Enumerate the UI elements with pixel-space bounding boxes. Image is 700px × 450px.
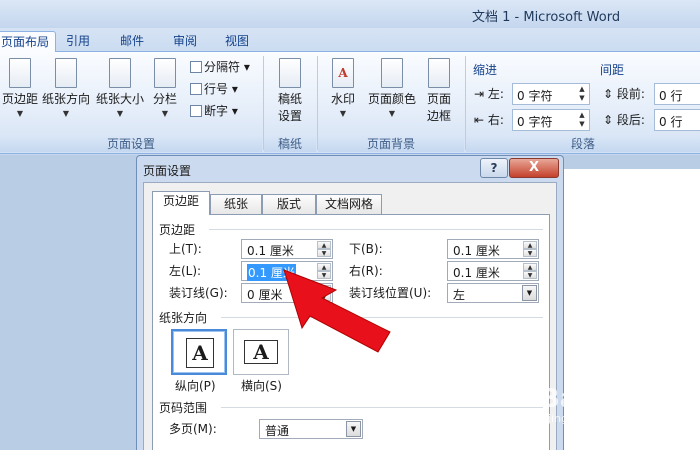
group-label-manuscript: 稿纸 bbox=[264, 136, 316, 152]
chevron-down-icon: ▼ bbox=[16, 109, 24, 118]
watermark-icon: A bbox=[332, 58, 354, 88]
orientation-icon bbox=[55, 58, 77, 88]
hyphenation-icon bbox=[190, 105, 202, 117]
spacing-title: 间距 bbox=[600, 63, 625, 77]
baidu-watermark-url: jingyan.baidu.com bbox=[548, 412, 650, 425]
page-color-icon bbox=[381, 58, 403, 88]
ribbon-tabs: 页面布局 引用 邮件 审阅 视图 bbox=[0, 28, 700, 52]
line-numbers-button[interactable]: 行号 ▾ bbox=[190, 80, 238, 98]
breaks-icon bbox=[190, 61, 202, 73]
dialog-title: 页面设置 bbox=[143, 164, 192, 178]
help-button[interactable]: ? bbox=[480, 158, 508, 178]
chevron-down-icon: ▼ bbox=[161, 109, 169, 118]
columns-button[interactable]: 分栏 ▼ bbox=[150, 58, 180, 118]
spinner-icon[interactable]: ▲▼ bbox=[523, 241, 537, 257]
spacing-before-icon: ⇕ bbox=[603, 87, 614, 101]
manuscript-button[interactable]: 稿纸 设置 bbox=[270, 58, 310, 124]
spinner-icon[interactable]: ▲▼ bbox=[576, 111, 588, 129]
ribbon: 页边距 ▼ 纸张方向 ▼ 纸张大小 ▼ 分栏 ▼ 分隔符 ▾ 行号 ▾ 断字 ▾… bbox=[0, 52, 700, 154]
size-icon bbox=[109, 58, 131, 88]
page-color-button[interactable]: 页面颜色 ▼ bbox=[364, 58, 420, 118]
multiple-pages-label: 多页(M): bbox=[169, 422, 217, 436]
spinner-icon[interactable]: ▲▼ bbox=[317, 241, 331, 257]
tab-view[interactable]: 视图 bbox=[225, 31, 249, 52]
columns-icon bbox=[154, 58, 176, 88]
spinner-icon[interactable]: ▲▼ bbox=[576, 85, 588, 103]
tab-references[interactable]: 引用 bbox=[66, 31, 90, 52]
indent-title: 缩进 bbox=[473, 63, 498, 77]
chevron-down-icon[interactable]: ▼ bbox=[346, 421, 361, 437]
top-label: 上(T): bbox=[169, 242, 202, 256]
chevron-down-icon: ▼ bbox=[116, 109, 124, 118]
indent-left-label: ⇥ 左: bbox=[474, 87, 504, 101]
gutter-label: 装订线(G): bbox=[169, 286, 228, 300]
right-margin-input[interactable]: 0.1 厘米 ▲ ▼ bbox=[447, 261, 539, 281]
group-label-page-setup: 页面设置 bbox=[0, 136, 262, 152]
page-borders-button[interactable]: 页面 边框 bbox=[422, 58, 456, 124]
left-label: 左(L): bbox=[169, 264, 202, 278]
tab-mailings[interactable]: 邮件 bbox=[120, 31, 144, 52]
spinner-icon[interactable]: ▲▼ bbox=[523, 263, 537, 279]
multiple-pages-select[interactable]: 普通 ▼ bbox=[259, 419, 363, 439]
tab-review[interactable]: 审阅 bbox=[173, 31, 197, 52]
manuscript-icon bbox=[279, 58, 301, 88]
chevron-down-icon: ▼ bbox=[388, 109, 396, 118]
portrait-icon: A bbox=[186, 338, 214, 368]
tab-page-layout[interactable]: 页面布局 bbox=[0, 31, 57, 52]
spacing-before-label: ⇕ 段前: bbox=[603, 87, 645, 101]
line-numbers-icon bbox=[190, 83, 202, 95]
chevron-down-icon: ▼ bbox=[339, 109, 347, 118]
red-arrow-annotation bbox=[283, 269, 391, 353]
size-button[interactable]: 纸张大小 ▼ bbox=[94, 58, 146, 118]
portrait-label: 纵向(P) bbox=[175, 379, 216, 393]
spacing-after-icon: ⇕ bbox=[603, 113, 614, 127]
chevron-down-icon: ▼ bbox=[62, 109, 70, 118]
margins-icon bbox=[9, 58, 31, 88]
watermark-button[interactable]: A 水印 ▼ bbox=[324, 58, 362, 118]
top-margin-input[interactable]: 0.1 厘米 ▲ ▼ bbox=[241, 239, 333, 259]
tab-margins[interactable]: 页边距 bbox=[152, 191, 210, 215]
group-label-page-background: 页面背景 bbox=[318, 136, 464, 152]
chevron-down-icon[interactable]: ▼ bbox=[522, 285, 537, 301]
margins-button[interactable]: 页边距 ▼ bbox=[0, 58, 40, 118]
orientation-section-title: 纸张方向 bbox=[159, 311, 208, 325]
landscape-label: 横向(S) bbox=[241, 379, 282, 393]
margins-section-title: 页边距 bbox=[159, 223, 196, 237]
tab-doc-grid[interactable]: 文档网格 bbox=[316, 194, 382, 214]
window-title: 文档 1 - Microsoft Word bbox=[472, 10, 621, 25]
tab-paper[interactable]: 纸张 bbox=[210, 194, 262, 214]
bottom-label: 下(B): bbox=[349, 242, 383, 256]
indent-right-label: ⇤ 右: bbox=[474, 113, 504, 127]
bottom-margin-input[interactable]: 0.1 厘米 ▲ ▼ bbox=[447, 239, 539, 259]
group-label-paragraph: 段落 bbox=[466, 136, 700, 152]
breaks-button[interactable]: 分隔符 ▾ bbox=[190, 58, 250, 76]
spacing-before-input[interactable]: 0 行 bbox=[654, 83, 700, 105]
hyphenation-button[interactable]: 断字 ▾ bbox=[190, 102, 238, 120]
title-bar: 文档 1 - Microsoft Word bbox=[0, 0, 700, 28]
page-borders-icon bbox=[428, 58, 450, 88]
indent-left-input[interactable]: 0 字符 ▲ ▼ bbox=[512, 83, 590, 105]
tab-layout[interactable]: 版式 bbox=[262, 194, 316, 214]
close-button[interactable]: X bbox=[509, 158, 559, 178]
indent-right-icon: ⇤ bbox=[474, 113, 485, 127]
orientation-button[interactable]: 纸张方向 ▼ bbox=[40, 58, 92, 118]
indent-left-icon: ⇥ bbox=[474, 87, 485, 101]
portrait-option[interactable]: A bbox=[171, 329, 227, 375]
pages-section-title: 页码范围 bbox=[159, 401, 208, 415]
spacing-after-input[interactable]: 0 行 bbox=[654, 109, 700, 131]
baidu-watermark: Bai 经验 bbox=[540, 384, 648, 414]
gutter-position-select[interactable]: 左 ▼ bbox=[447, 283, 539, 303]
spacing-after-label: ⇕ 段后: bbox=[603, 113, 645, 127]
indent-right-input[interactable]: 0 字符 ▲ ▼ bbox=[512, 109, 590, 131]
